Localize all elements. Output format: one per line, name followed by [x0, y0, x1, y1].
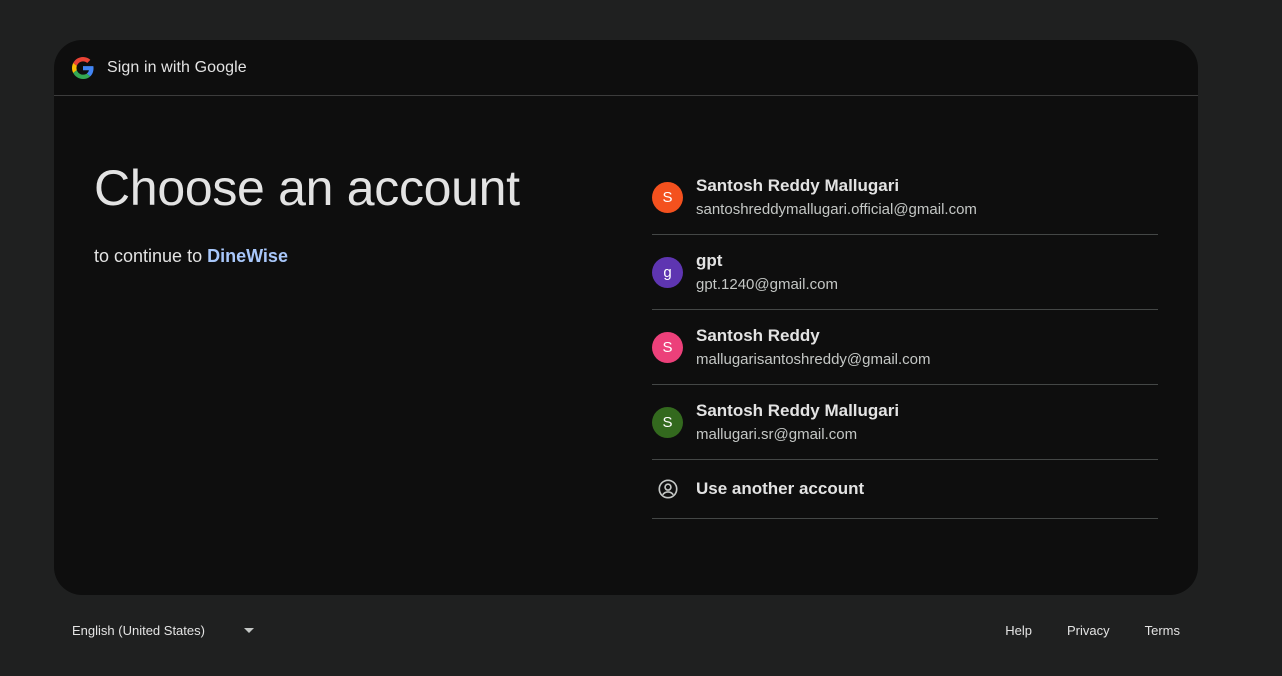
- avatar-initial: S: [662, 413, 673, 431]
- account-email: mallugarisantoshreddy@gmail.com: [696, 350, 931, 368]
- language-selector[interactable]: English (United States): [54, 623, 254, 638]
- account-item[interactable]: S Santosh Reddy Mallugari santoshreddyma…: [652, 160, 1158, 235]
- app-name-link[interactable]: DineWise: [207, 246, 288, 266]
- sign-in-card: Sign in with Google Choose an account to…: [54, 40, 1198, 595]
- privacy-link[interactable]: Privacy: [1067, 623, 1110, 638]
- account-name: Santosh Reddy Mallugari: [696, 400, 900, 420]
- continue-text: to continue to DineWise: [94, 246, 614, 267]
- account-list: S Santosh Reddy Mallugari santoshreddyma…: [652, 160, 1158, 519]
- footer-links: Help Privacy Terms: [970, 623, 1198, 638]
- avatar: S: [652, 181, 683, 213]
- account-name: Santosh Reddy Mallugari: [696, 175, 900, 195]
- language-label: English (United States): [72, 622, 205, 638]
- account-text: Santosh Reddy mallugarisantoshreddy@gmai…: [696, 325, 931, 370]
- account-name: gpt: [696, 250, 723, 270]
- avatar: S: [652, 406, 683, 438]
- use-another-account-button[interactable]: Use another account: [652, 460, 1158, 519]
- avatar-initial: S: [662, 188, 673, 206]
- terms-link[interactable]: Terms: [1145, 623, 1180, 638]
- chevron-down-icon: [244, 627, 254, 633]
- footer: English (United States) Help Privacy Ter…: [54, 612, 1198, 648]
- avatar: S: [652, 331, 683, 363]
- account-email: santoshreddymallugari.official@gmail.com: [696, 200, 977, 218]
- continue-prefix: to continue to: [94, 246, 208, 266]
- account-email: mallugari.sr@gmail.com: [696, 425, 858, 443]
- card-header: Sign in with Google: [54, 40, 1198, 96]
- account-circle-icon: [652, 474, 683, 505]
- avatar-initial: g: [663, 263, 672, 281]
- account-item[interactable]: S Santosh Reddy Mallugari mallugari.sr@g…: [652, 385, 1158, 460]
- help-link[interactable]: Help: [1005, 623, 1032, 638]
- account-item[interactable]: S Santosh Reddy mallugarisantoshreddy@gm…: [652, 310, 1158, 385]
- use-another-account-label: Use another account: [696, 479, 865, 498]
- account-email: gpt.1240@gmail.com: [696, 275, 838, 293]
- account-text: gpt gpt.1240@gmail.com: [696, 250, 838, 295]
- account-name: Santosh Reddy: [696, 325, 820, 345]
- header-title: Sign in with Google: [107, 58, 247, 76]
- google-logo-icon: [72, 56, 94, 79]
- account-text: Santosh Reddy Mallugari mallugari.sr@gma…: [696, 400, 899, 445]
- account-item[interactable]: g gpt gpt.1240@gmail.com: [652, 235, 1158, 310]
- left-column: Choose an account to continue to DineWis…: [94, 158, 614, 267]
- avatar: g: [652, 256, 683, 288]
- account-text: Santosh Reddy Mallugari santoshreddymall…: [696, 175, 977, 220]
- page-title: Choose an account: [94, 160, 520, 216]
- avatar-initial: S: [662, 338, 673, 356]
